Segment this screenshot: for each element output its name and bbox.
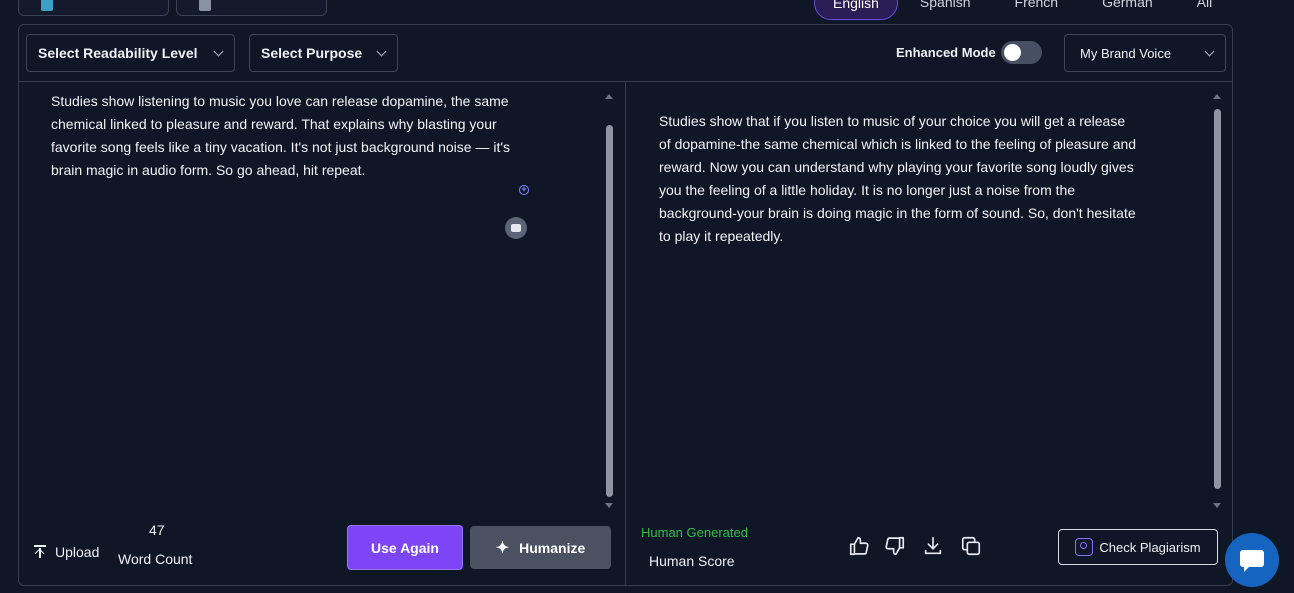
word-count-label: Word Count bbox=[118, 551, 193, 567]
input-scrollbar[interactable] bbox=[605, 94, 613, 508]
download-icon[interactable] bbox=[922, 535, 944, 557]
enhanced-mode-toggle[interactable] bbox=[1001, 41, 1042, 64]
word-count-value: 47 bbox=[149, 522, 165, 538]
toggle-knob bbox=[1004, 44, 1021, 61]
mode-tab-icon bbox=[41, 0, 53, 11]
readability-label: Select Readability Level bbox=[38, 45, 198, 61]
tab-language-french[interactable]: French bbox=[993, 0, 1081, 20]
check-plagiarism-button[interactable]: Check Plagiarism bbox=[1058, 529, 1218, 565]
brand-voice-dropdown[interactable]: My Brand Voice bbox=[1064, 34, 1226, 72]
scroll-thumb[interactable] bbox=[606, 125, 613, 497]
thumbs-down-icon[interactable] bbox=[884, 535, 906, 557]
purpose-dropdown[interactable]: Select Purpose bbox=[249, 34, 398, 72]
bot-icon[interactable] bbox=[505, 217, 527, 239]
upload-icon bbox=[34, 545, 46, 559]
humanize-button[interactable]: ✦ Humanize bbox=[470, 526, 611, 569]
output-scrollbar[interactable] bbox=[1213, 94, 1221, 508]
input-textarea[interactable]: Studies show listening to music you love… bbox=[51, 90, 521, 182]
chat-button[interactable] bbox=[1225, 533, 1279, 587]
human-score-label: Human Score bbox=[649, 553, 735, 569]
scroll-down-arrow[interactable] bbox=[605, 503, 613, 508]
scroll-thumb[interactable] bbox=[1214, 109, 1221, 489]
use-again-button[interactable]: Use Again bbox=[347, 525, 463, 570]
sparkle-icon: ✦ bbox=[495, 539, 510, 557]
scroll-down-arrow[interactable] bbox=[1213, 503, 1221, 508]
human-generated-status: Human Generated bbox=[641, 525, 748, 540]
add-circle-icon[interactable]: + bbox=[519, 185, 529, 195]
brand-voice-label: My Brand Voice bbox=[1080, 45, 1172, 61]
output-text: Studies show that if you listen to music… bbox=[659, 113, 1137, 244]
chat-icon bbox=[1240, 550, 1264, 572]
mode-tab-2[interactable] bbox=[176, 0, 327, 16]
check-plagiarism-label: Check Plagiarism bbox=[1099, 539, 1201, 555]
readability-dropdown[interactable]: Select Readability Level bbox=[26, 34, 235, 72]
chevron-down-icon bbox=[1204, 46, 1215, 56]
top-bar: English Spanish French German All bbox=[0, 0, 1294, 20]
upload-label: Upload bbox=[55, 544, 100, 560]
mode-tab-1[interactable] bbox=[18, 0, 169, 16]
chevron-down-icon bbox=[376, 46, 387, 56]
scroll-up-arrow[interactable] bbox=[1213, 94, 1221, 99]
tab-language-english[interactable]: English bbox=[814, 0, 898, 20]
tab-language-all[interactable]: All bbox=[1175, 0, 1235, 20]
tab-language-german[interactable]: German bbox=[1080, 0, 1175, 20]
tab-language-spanish[interactable]: Spanish bbox=[898, 0, 993, 20]
thumbs-up-icon[interactable] bbox=[848, 535, 870, 557]
purpose-label: Select Purpose bbox=[261, 45, 363, 61]
scroll-up-arrow[interactable] bbox=[605, 94, 613, 99]
options-toolbar: Select Readability Level Select Purpose … bbox=[19, 25, 1232, 82]
input-pane: Studies show listening to music you love… bbox=[19, 82, 626, 585]
language-tabs: English Spanish French German All bbox=[814, 0, 1234, 20]
enhanced-mode-label: Enhanced Mode bbox=[896, 45, 996, 60]
mode-tab-icon bbox=[199, 0, 211, 11]
plagiarism-scan-icon bbox=[1075, 538, 1094, 556]
humanize-label: Humanize bbox=[519, 539, 586, 556]
upload-button[interactable]: Upload bbox=[34, 544, 99, 560]
chevron-down-icon bbox=[213, 46, 224, 56]
humanizer-panel: Select Readability Level Select Purpose … bbox=[18, 24, 1233, 586]
copy-icon[interactable] bbox=[960, 535, 982, 557]
output-pane: Studies show that if you listen to music… bbox=[626, 82, 1232, 585]
